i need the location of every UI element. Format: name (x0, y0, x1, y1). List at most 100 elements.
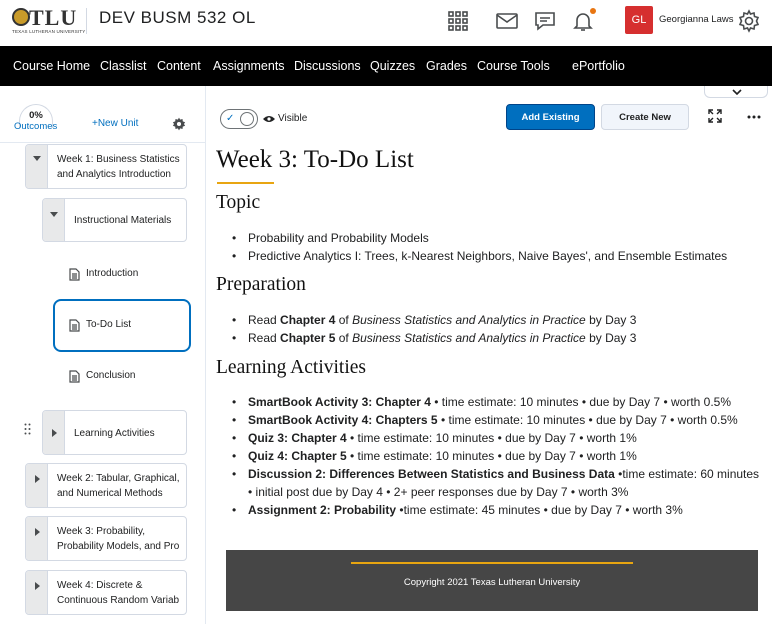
outcomes-link[interactable]: Outcomes (14, 121, 57, 132)
main-content: ✓ Visible Add Existing Create New Week 3… (207, 86, 772, 624)
prep-book: Business Statistics and Analytics in Pra… (352, 331, 586, 345)
tree-node-week2[interactable]: Week 2: Tabular, Graphical, and Numerica… (25, 463, 187, 508)
bullet: • (232, 467, 237, 481)
prep-text: by Day 3 (585, 331, 637, 345)
nav-grades[interactable]: Grades (426, 59, 467, 73)
sidebar-separator (0, 142, 206, 143)
copyright-text: Copyright 2021 Texas Lutheran University (403, 577, 581, 588)
activity-name: SmartBook Activity 4: Chapters 5 (248, 413, 438, 427)
list-item: • Quiz 4: Chapter 5 • time estimate: 10 m… (232, 447, 637, 465)
node-label: Instructional Materials (74, 215, 172, 226)
apps-grid-icon[interactable] (446, 9, 470, 33)
topic-to-do-list[interactable]: To-Do List (86, 319, 131, 330)
activity-details: • time estimate: 10 minutes • due by Day… (437, 413, 738, 427)
caret-right-icon (35, 528, 40, 536)
gear-icon[interactable] (172, 117, 186, 131)
caret-down-icon (33, 156, 41, 161)
tree-node-week4[interactable]: Week 4: Discrete & Continuous Random Var… (25, 570, 187, 615)
nav-course-tools[interactable]: Course Tools (477, 59, 550, 73)
list-item: • Read Chapter 5 of Business Statistics a… (232, 329, 637, 347)
collapse-toggle[interactable] (43, 199, 65, 241)
list-item: • Read Chapter 4 of Business Statistics a… (232, 311, 637, 329)
title-underline (217, 182, 274, 184)
node-label-line1: Week 4: Discrete & (57, 580, 143, 591)
visibility-toggle[interactable]: ✓ (220, 109, 258, 129)
prep-book: Business Statistics and Analytics in Pra… (352, 313, 586, 327)
tree-node-week3[interactable]: Week 3: Probability, Probability Models,… (25, 516, 187, 561)
prep-text: Read (248, 331, 281, 345)
expand-toggle[interactable] (26, 464, 48, 507)
bullet: • (232, 413, 237, 427)
node-label-line1: Week 1: Business Statistics (57, 154, 180, 165)
topic-conclusion[interactable]: Conclusion (86, 370, 135, 381)
new-unit-button[interactable]: +New Unit (92, 118, 138, 129)
logo-subtitle: TEXAS LUTHERAN UNIVERSITY (12, 29, 86, 34)
nav-content[interactable]: Content (157, 59, 201, 73)
prep-text: by Day 3 (585, 313, 637, 327)
page-title: Week 3: To-Do List (216, 146, 414, 173)
activity-details: • time estimate: 10 minutes • due by Day… (430, 395, 732, 409)
bullet: • (232, 313, 237, 327)
activity-name: Assignment 2: Probability (248, 503, 397, 517)
topic-introduction[interactable]: Introduction (86, 268, 138, 279)
bullet: • (232, 395, 237, 409)
drag-handle-icon[interactable] (24, 423, 31, 435)
topic-text: Probability and Probability Models (248, 231, 429, 245)
header-divider (86, 8, 87, 34)
node-label: Learning Activities (74, 428, 155, 439)
nav-classlist[interactable]: Classlist (100, 59, 147, 73)
more-options-icon[interactable] (747, 115, 761, 119)
list-item-continuation: • initial post due by Day 4 • 2+ peer re… (248, 485, 629, 499)
mail-icon[interactable] (495, 9, 519, 33)
tree-node-instructional-materials[interactable]: Instructional Materials (42, 198, 187, 242)
nav-discussions[interactable]: Discussions (294, 59, 361, 73)
node-label-line2: Probability Models, and Pro (57, 541, 180, 552)
create-new-button[interactable]: Create New (601, 104, 689, 130)
user-name[interactable]: Georgianna Laws (659, 14, 733, 25)
list-item: • SmartBook Activity 3: Chapter 4 • time … (232, 393, 732, 411)
tlu-logo[interactable]: TLU TEXAS LUTHERAN UNIVERSITY (12, 5, 85, 36)
nav-quizzes[interactable]: Quizzes (370, 59, 415, 73)
node-label-line2: and Numerical Methods (57, 488, 163, 499)
topic-text: Predictive Analytics I: Trees, k-Nearest… (248, 249, 728, 263)
avatar[interactable]: GL (625, 6, 653, 34)
tree-node-learning-activities[interactable]: Learning Activities (42, 410, 187, 455)
bullet: • (232, 249, 237, 263)
footer-accent-bar (351, 562, 633, 564)
tree-node-week1[interactable]: Week 1: Business Statistics and Analytic… (25, 144, 187, 189)
fullscreen-icon[interactable] (708, 109, 722, 123)
add-existing-button[interactable]: Add Existing (506, 104, 595, 130)
list-item: • Discussion 2: Differences Between Stati… (232, 465, 760, 483)
list-item: • Predictive Analytics I: Trees, k-Neares… (232, 247, 728, 265)
course-title[interactable]: DEV BUSM 532 OL (99, 8, 256, 28)
expand-toggle[interactable] (26, 571, 48, 614)
prep-text: of (335, 313, 353, 327)
expand-toggle[interactable] (43, 411, 65, 454)
list-item: • Assignment 2: Probability •time estimat… (232, 501, 683, 519)
page-footer: Copyright 2021 Texas Lutheran University (226, 550, 758, 611)
activity-name: Quiz 3: Chapter 4 (248, 431, 347, 445)
notification-badge (590, 8, 596, 14)
expand-toggle[interactable] (26, 517, 48, 560)
prep-text: Read (248, 313, 281, 327)
bullet: • (232, 503, 237, 517)
gear-icon[interactable] (737, 9, 761, 33)
document-icon (69, 268, 80, 281)
node-label-line2: Continuous Random Variab (57, 595, 180, 606)
bullet: • (232, 331, 237, 345)
checkmark-icon: ✓ (226, 113, 235, 124)
collapse-toggle[interactable] (26, 145, 48, 188)
document-icon (69, 370, 80, 383)
nav-assignments[interactable]: Assignments (213, 59, 285, 73)
nav-eportfolio[interactable]: ePortfolio (572, 59, 625, 73)
list-item: • Probability and Probability Models (232, 229, 429, 247)
visible-label: Visible (278, 113, 308, 124)
caret-right-icon (52, 429, 57, 437)
chat-icon[interactable] (533, 9, 557, 33)
preparation-heading: Preparation (216, 274, 306, 295)
activity-details: •time estimate: 60 minutes (614, 467, 760, 481)
nav-course-home[interactable]: Course Home (13, 59, 90, 73)
toggle-knob (240, 112, 254, 126)
caret-down-icon (50, 212, 58, 217)
topic-heading: Topic (216, 192, 261, 213)
